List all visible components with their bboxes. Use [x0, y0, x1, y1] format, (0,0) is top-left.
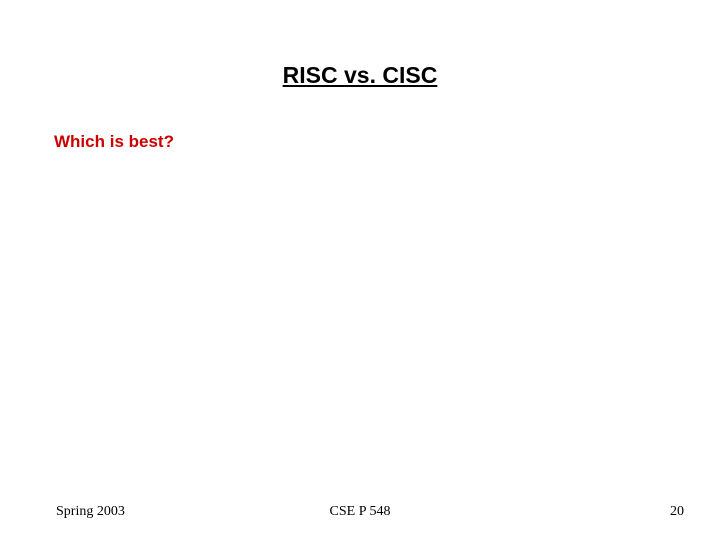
slide-body-text: Which is best?: [54, 132, 174, 152]
slide-title: RISC vs. CISC: [0, 62, 720, 89]
footer-course: CSE P 548: [0, 504, 720, 520]
footer-page-number: 20: [670, 504, 684, 520]
